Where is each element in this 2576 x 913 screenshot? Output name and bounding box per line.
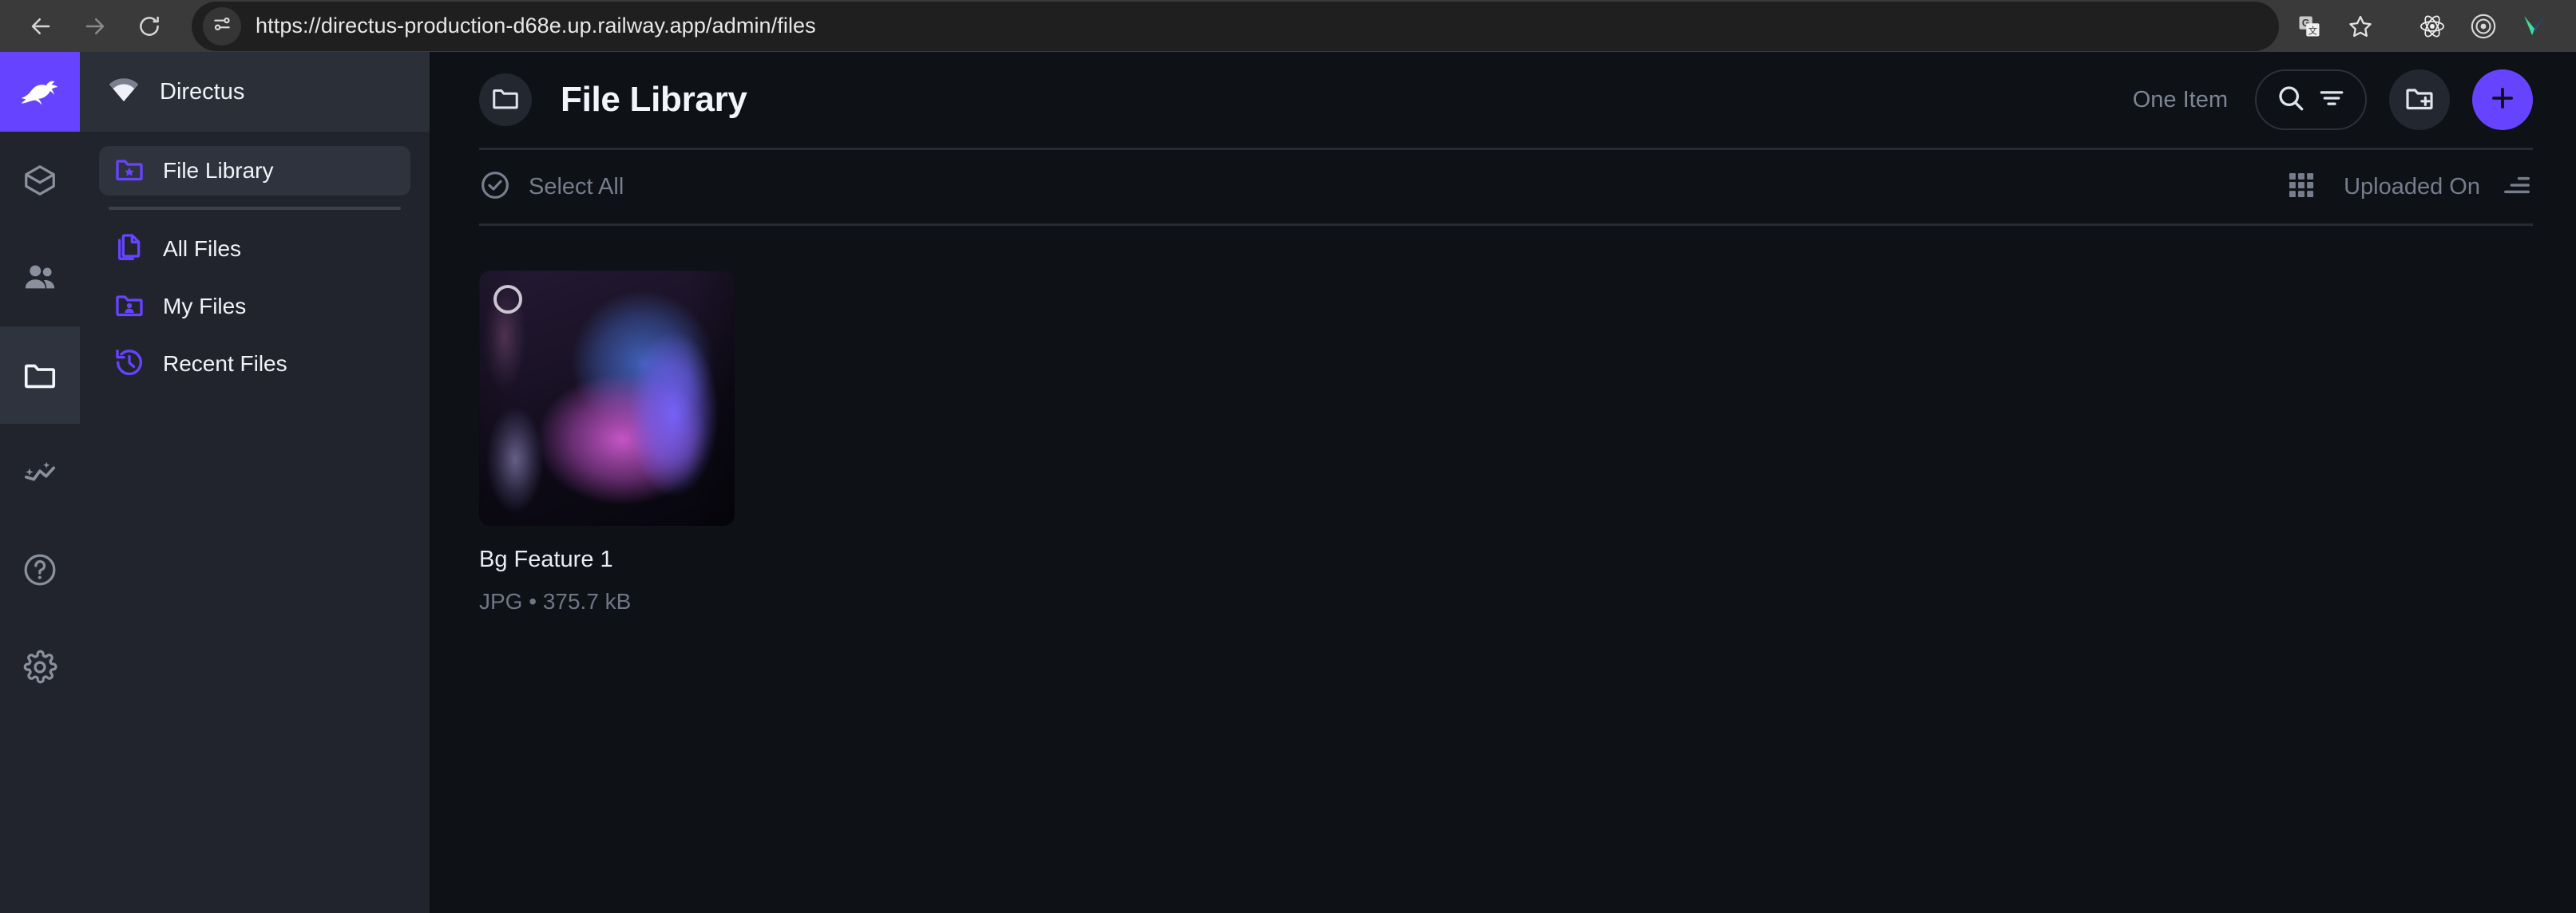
sidebar-item-label: My Files [163, 294, 247, 318]
search-filter-control[interactable] [2255, 69, 2367, 130]
file-select-toggle[interactable] [493, 285, 522, 314]
project-header[interactable]: Directus [80, 52, 430, 132]
folder-icon [490, 83, 521, 117]
checkmark-v-icon[interactable] [2509, 2, 2560, 51]
sidebar-divider [109, 207, 401, 210]
plus-icon [2487, 83, 2518, 117]
insights-icon [22, 454, 58, 491]
forward-arrow-icon [83, 14, 107, 38]
filter-icon[interactable] [2316, 83, 2347, 117]
folder-add-icon [2404, 82, 2435, 118]
history-clock-icon [113, 346, 145, 382]
select-all-label: Select All [529, 173, 624, 200]
folder-person-icon [113, 289, 145, 325]
select-all-button[interactable]: Select All [479, 169, 624, 205]
item-count: One Item [2132, 86, 2228, 113]
add-file-button[interactable] [2472, 69, 2533, 130]
navigation-sidebar: Directus File Library All Files My Files… [80, 52, 431, 913]
grid-3x3-icon[interactable] [2286, 170, 2316, 204]
sidebar-item-file-library[interactable]: File Library [99, 146, 410, 196]
google-translate-icon[interactable]: G 文 [2284, 2, 2335, 51]
module-bar [0, 52, 80, 913]
svg-text:文: 文 [2308, 25, 2317, 36]
list-toolbar: Select All Uploaded On [479, 148, 2533, 226]
folder-icon [22, 357, 58, 393]
page-header: File Library One Item [431, 52, 2576, 148]
site-settings-button[interactable] [203, 6, 241, 45]
react-devtools-icon[interactable] [2407, 2, 2458, 51]
address-bar[interactable]: https://directus-production-d68e.up.rail… [192, 1, 2279, 51]
file-thumbnail[interactable] [479, 271, 735, 526]
file-name: Bg Feature 1 [479, 547, 613, 572]
circle-check-icon [479, 169, 511, 205]
search-icon[interactable] [2275, 82, 2307, 118]
module-settings[interactable] [0, 619, 80, 716]
module-docs[interactable] [0, 521, 80, 619]
reload-button[interactable] [125, 2, 174, 51]
sidebar-item-label: File Library [163, 158, 274, 183]
files-copy-icon [113, 231, 145, 267]
bookmark-star-icon[interactable] [2335, 2, 2386, 51]
directus-rabbit-logo[interactable] [0, 52, 80, 132]
sort-field-label[interactable]: Uploaded On [2344, 174, 2480, 200]
back-arrow-icon [29, 14, 53, 38]
gear-icon [22, 649, 58, 686]
reload-icon [137, 14, 161, 38]
file-card[interactable]: Bg Feature 1 JPG • 375.7 kB [479, 271, 735, 615]
file-meta: JPG • 375.7 kB [479, 589, 632, 614]
module-content[interactable] [0, 132, 80, 229]
project-name: Directus [160, 78, 245, 105]
target-circle-icon[interactable] [2458, 2, 2509, 51]
file-grid: Bg Feature 1 JPG • 375.7 kB [431, 226, 2576, 913]
back-button[interactable] [16, 2, 65, 51]
people-icon [22, 259, 58, 296]
module-files[interactable] [0, 326, 80, 424]
site-settings-tune-icon [212, 14, 232, 38]
directus-project-logo [105, 72, 142, 113]
sort-ascending-icon[interactable] [2501, 169, 2533, 205]
help-circle-icon [22, 551, 58, 588]
navigation-list: File Library All Files My Files Recent F… [80, 132, 430, 397]
browser-extensions: G 文 [2284, 2, 2560, 51]
sidebar-item-label: Recent Files [163, 351, 287, 376]
module-users[interactable] [0, 229, 80, 326]
sidebar-item-label: All Files [163, 236, 242, 261]
folder-star-icon [113, 153, 145, 189]
sidebar-item-recent-files[interactable]: Recent Files [99, 339, 410, 389]
main-content: File Library One Item Select All Uploade… [431, 52, 2576, 913]
directus-app: Directus File Library All Files My Files… [0, 52, 2576, 913]
module-insights[interactable] [0, 424, 80, 521]
sidebar-item-my-files[interactable]: My Files [99, 282, 410, 331]
box-icon [22, 162, 58, 199]
sidebar-item-all-files[interactable]: All Files [99, 224, 410, 274]
page-title: File Library [561, 80, 747, 119]
browser-toolbar: https://directus-production-d68e.up.rail… [0, 0, 2576, 52]
create-folder-button[interactable] [2389, 69, 2450, 130]
page-header-icon-badge [479, 73, 532, 126]
forward-button[interactable] [70, 2, 120, 51]
address-bar-url[interactable]: https://directus-production-d68e.up.rail… [256, 14, 816, 38]
